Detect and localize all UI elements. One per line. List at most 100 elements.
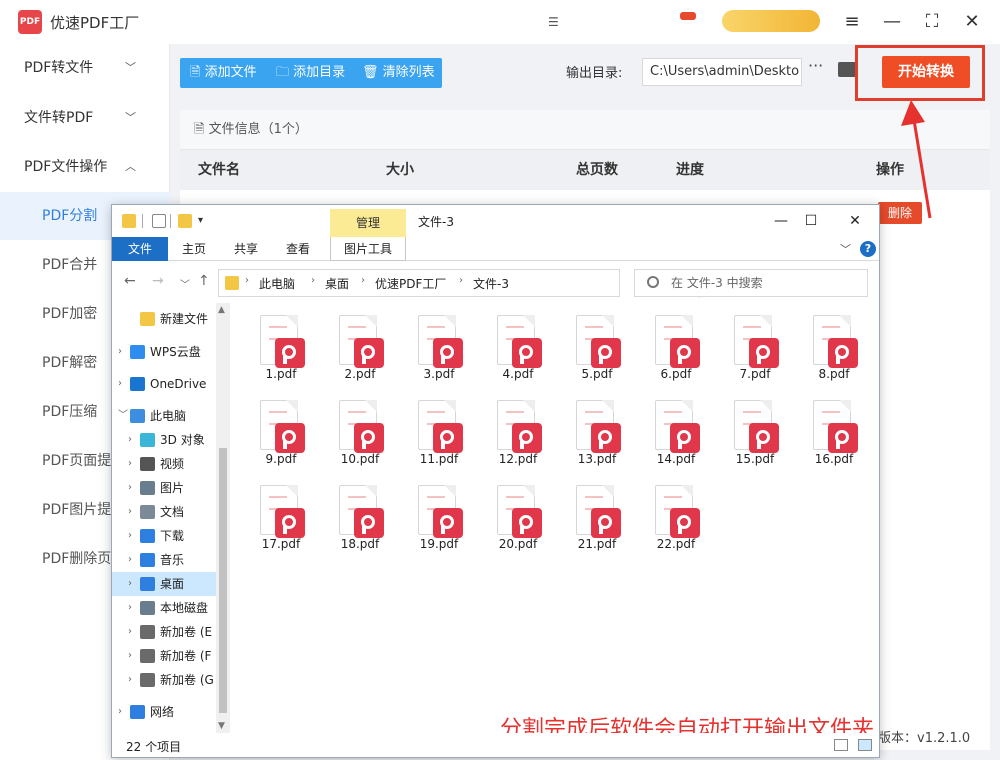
ribbon-expand-icon[interactable]: ﹀ bbox=[840, 241, 851, 257]
nav-item[interactable]: › 音乐 bbox=[112, 548, 216, 572]
scroll-down-icon[interactable]: ▼ bbox=[218, 721, 225, 731]
nav-item[interactable]: › 网络 bbox=[112, 700, 216, 724]
file-item[interactable]: 13.pdf bbox=[560, 388, 634, 468]
close-icon[interactable]: ✕ bbox=[840, 209, 870, 233]
file-item[interactable]: 2.pdf bbox=[323, 303, 397, 383]
nav-item[interactable]: › 下载 bbox=[112, 524, 216, 548]
file-item[interactable]: 16.pdf bbox=[797, 388, 871, 468]
tab-picture-tools[interactable]: 图片工具 bbox=[330, 237, 406, 261]
navigation-scrollbar[interactable]: ▲ ▼ bbox=[216, 303, 230, 733]
vip-badge[interactable] bbox=[722, 10, 820, 32]
chevron-right-icon[interactable]: › bbox=[128, 452, 132, 476]
file-item[interactable]: 18.pdf bbox=[323, 473, 397, 553]
nav-item[interactable]: › 视频 bbox=[112, 452, 216, 476]
chevron-down-icon[interactable]: ﹀ bbox=[118, 404, 128, 428]
file-item[interactable]: 15.pdf bbox=[718, 388, 792, 468]
nav-item[interactable]: › 新加卷 (F bbox=[112, 644, 216, 668]
tab-share[interactable]: 共享 bbox=[226, 237, 266, 261]
file-item[interactable]: 5.pdf bbox=[560, 303, 634, 383]
chevron-right-icon[interactable]: › bbox=[128, 620, 132, 644]
nav-item[interactable]: › 新加卷 (E bbox=[112, 620, 216, 644]
breadcrumb-current-folder[interactable]: 文件-3 bbox=[473, 275, 509, 292]
nav-item[interactable]: › 新加卷 (G bbox=[112, 668, 216, 692]
search-input[interactable]: 在 文件-3 中搜索 bbox=[634, 269, 868, 297]
chevron-right-icon[interactable]: › bbox=[128, 572, 132, 596]
properties-icon[interactable] bbox=[152, 214, 166, 228]
nav-item[interactable]: 新建文件 bbox=[112, 307, 216, 331]
sidebar-group-file-to-pdf[interactable]: 文件转PDF ﹀ bbox=[0, 94, 170, 142]
file-item[interactable]: 12.pdf bbox=[481, 388, 555, 468]
nav-item[interactable]: › 本地磁盘 bbox=[112, 596, 216, 620]
sidebar-group-pdf-to-file[interactable]: PDF转文件 ﹀ bbox=[0, 44, 170, 92]
help-icon[interactable]: ? bbox=[860, 241, 876, 257]
output-dir-input[interactable]: C:\Users\admin\Deskto bbox=[642, 58, 802, 86]
tab-home[interactable]: 主页 bbox=[174, 237, 214, 261]
file-item[interactable]: 4.pdf bbox=[481, 303, 555, 383]
file-item[interactable]: 10.pdf bbox=[323, 388, 397, 468]
scrollbar-thumb[interactable] bbox=[219, 448, 227, 713]
nav-item[interactable]: › WPS云盘 bbox=[112, 340, 216, 364]
chevron-right-icon[interactable]: › bbox=[128, 644, 132, 668]
nav-item[interactable]: › 桌面 bbox=[112, 572, 216, 596]
file-item[interactable]: 21.pdf bbox=[560, 473, 634, 553]
file-item[interactable]: 9.pdf bbox=[244, 388, 318, 468]
nav-item[interactable]: › 文档 bbox=[112, 500, 216, 524]
notification-icon[interactable] bbox=[680, 12, 696, 20]
maximize-icon[interactable]: ☐ bbox=[796, 209, 826, 233]
search-placeholder: 在 文件-3 中搜索 bbox=[671, 276, 763, 290]
file-item[interactable]: 20.pdf bbox=[481, 473, 555, 553]
breadcrumb-this-pc[interactable]: 此电脑 bbox=[259, 275, 295, 292]
file-item[interactable]: 14.pdf bbox=[639, 388, 713, 468]
forward-arrow-icon[interactable]: → bbox=[152, 273, 164, 289]
file-item[interactable]: 22.pdf bbox=[639, 473, 713, 553]
breadcrumb-app-folder[interactable]: 优速PDF工厂 bbox=[375, 275, 446, 292]
large-icons-view-icon[interactable] bbox=[858, 739, 872, 751]
chevron-right-icon[interactable]: › bbox=[118, 700, 122, 724]
file-item[interactable]: 17.pdf bbox=[244, 473, 318, 553]
clear-list-button[interactable]: 🗑 清除列表 bbox=[362, 58, 435, 88]
file-item[interactable]: 7.pdf bbox=[718, 303, 792, 383]
start-convert-button[interactable]: 开始转换 bbox=[882, 56, 970, 88]
recent-dropdown-icon[interactable]: ﹀ bbox=[180, 276, 190, 291]
chevron-right-icon[interactable]: › bbox=[128, 668, 132, 692]
chevron-right-icon[interactable]: › bbox=[128, 500, 132, 524]
chevron-right-icon[interactable]: › bbox=[118, 372, 122, 396]
chevron-right-icon[interactable]: › bbox=[128, 428, 132, 452]
add-folder-button[interactable]: 🗀 添加目录 bbox=[276, 58, 345, 88]
file-item[interactable]: 8.pdf bbox=[797, 303, 871, 383]
hamburger-menu-icon[interactable]: ≡ bbox=[838, 8, 866, 36]
back-arrow-icon[interactable]: ← bbox=[124, 273, 136, 289]
file-item[interactable]: 3.pdf bbox=[402, 303, 476, 383]
new-folder-icon[interactable] bbox=[178, 214, 192, 228]
up-arrow-icon[interactable]: ↑ bbox=[198, 273, 210, 289]
nav-item[interactable]: › 图片 bbox=[112, 476, 216, 500]
maximize-icon[interactable]: ⛶ bbox=[918, 8, 946, 36]
close-icon[interactable]: ✕ bbox=[958, 8, 986, 36]
file-item[interactable]: 1.pdf bbox=[244, 303, 318, 383]
minimize-icon[interactable]: — bbox=[766, 209, 796, 233]
address-bar[interactable]: › 此电脑 › 桌面 › 优速PDF工厂 › 文件-3 ﹀ ↻ bbox=[218, 269, 720, 298]
chevron-right-icon[interactable]: › bbox=[128, 548, 132, 572]
tab-view[interactable]: 查看 bbox=[278, 237, 318, 261]
delete-button[interactable]: 删除 bbox=[878, 202, 922, 224]
scroll-up-icon[interactable]: ▲ bbox=[218, 305, 225, 315]
file-item[interactable]: 11.pdf bbox=[402, 388, 476, 468]
menu-lines-icon[interactable]: ☰ bbox=[548, 14, 566, 30]
file-item[interactable]: 19.pdf bbox=[402, 473, 476, 553]
nav-item[interactable]: › OneDrive bbox=[112, 372, 216, 396]
chevron-right-icon[interactable]: › bbox=[128, 476, 132, 500]
tab-manage[interactable]: 管理 bbox=[330, 209, 406, 237]
more-options-button[interactable]: ··· bbox=[808, 56, 823, 75]
nav-item[interactable]: › 3D 对象 bbox=[112, 428, 216, 452]
chevron-right-icon[interactable]: › bbox=[118, 340, 122, 364]
add-file-button[interactable]: 🗎 添加文件 bbox=[190, 58, 257, 88]
sidebar-group-pdf-operations[interactable]: PDF文件操作 ︿ bbox=[0, 143, 170, 191]
chevron-right-icon[interactable]: › bbox=[128, 596, 132, 620]
details-view-icon[interactable] bbox=[834, 739, 848, 751]
quick-access-dropdown-icon[interactable]: ▾ bbox=[198, 214, 212, 228]
minimize-icon[interactable]: — bbox=[878, 8, 906, 36]
file-item[interactable]: 6.pdf bbox=[639, 303, 713, 383]
nav-item[interactable]: ﹀ 此电脑 bbox=[112, 404, 216, 428]
chevron-right-icon[interactable]: › bbox=[128, 524, 132, 548]
breadcrumb-desktop[interactable]: 桌面 bbox=[325, 275, 349, 292]
